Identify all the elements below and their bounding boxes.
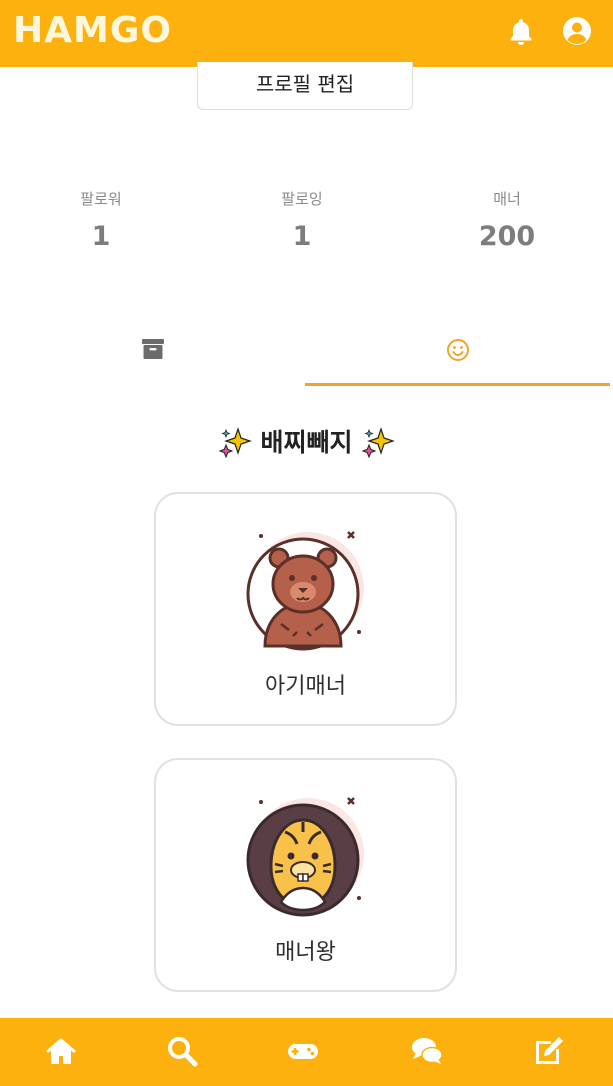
gamepad-icon[interactable] bbox=[286, 1034, 320, 1068]
tab-badges[interactable] bbox=[306, 330, 612, 386]
sparkles-icon bbox=[361, 427, 396, 459]
bottom-nav bbox=[0, 1018, 613, 1086]
app-logo[interactable]: HAMGO bbox=[13, 10, 172, 51]
badge-section-title: 배찌빼지 bbox=[0, 423, 613, 461]
stat-label: 팔로잉 bbox=[281, 190, 323, 208]
stat-label: 매너 bbox=[493, 190, 521, 208]
bear-badge-icon bbox=[246, 531, 364, 651]
stat-value: 1 bbox=[91, 221, 111, 252]
sparkles-icon bbox=[218, 427, 252, 459]
smile-icon bbox=[447, 339, 469, 361]
stat-label: 팔로워 bbox=[80, 190, 122, 208]
badge-card[interactable]: 매너왕 bbox=[154, 758, 457, 992]
stat-manner: 매너 200 bbox=[427, 188, 587, 252]
home-icon[interactable] bbox=[44, 1034, 78, 1068]
search-icon[interactable] bbox=[165, 1034, 199, 1068]
stat-followers[interactable]: 팔로워 1 bbox=[21, 188, 181, 252]
app-header: HAMGO bbox=[0, 0, 613, 67]
badge-label: 매너왕 bbox=[275, 940, 336, 965]
tiger-badge-icon bbox=[246, 797, 364, 917]
badge-label: 아기매너 bbox=[265, 674, 346, 699]
edit-icon[interactable] bbox=[532, 1034, 566, 1068]
archive-box-icon bbox=[142, 339, 164, 359]
badge-card[interactable]: 아기매너 bbox=[154, 492, 457, 726]
bell-icon[interactable] bbox=[506, 16, 536, 46]
badge-title-text: 배찌빼지 bbox=[260, 428, 353, 457]
chat-icon[interactable] bbox=[410, 1034, 444, 1068]
active-tab-indicator bbox=[305, 383, 610, 386]
stat-value: 1 bbox=[292, 221, 312, 252]
stat-value: 200 bbox=[478, 221, 536, 252]
tab-posts[interactable] bbox=[0, 330, 306, 386]
edit-profile-button[interactable]: 프로필 편집 bbox=[197, 62, 413, 110]
user-circle-icon[interactable] bbox=[562, 16, 592, 46]
stat-following[interactable]: 팔로잉 1 bbox=[222, 188, 382, 252]
